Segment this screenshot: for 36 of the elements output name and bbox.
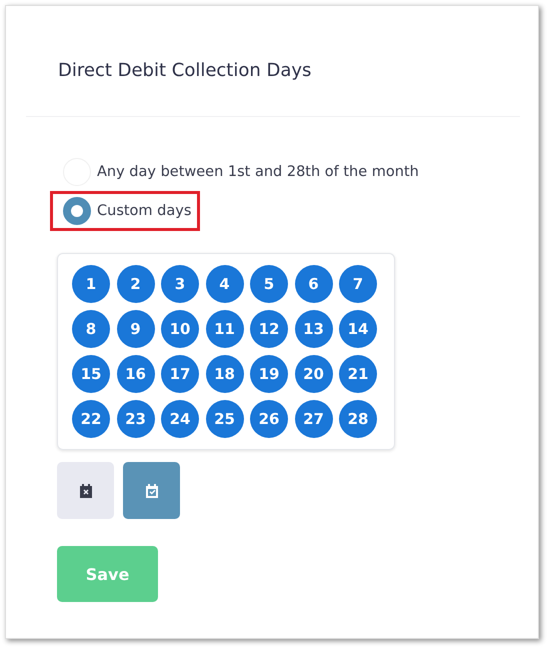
day-button[interactable]: 27	[294, 400, 332, 438]
day-button[interactable]: 13	[294, 310, 332, 348]
day-button[interactable]: 3	[161, 265, 199, 303]
day-button[interactable]: 26	[250, 400, 288, 438]
day-button[interactable]: 19	[250, 355, 288, 393]
day-button[interactable]: 23	[116, 400, 154, 438]
day-button[interactable]: 2	[116, 265, 154, 303]
day-button[interactable]: 22	[72, 400, 110, 438]
day-button[interactable]: 14	[339, 310, 377, 348]
day-button[interactable]: 18	[206, 355, 244, 393]
day-button[interactable]: 16	[116, 355, 154, 393]
clear-button[interactable]	[57, 462, 114, 519]
radio-option[interactable]: Any day between 1st and 28th of the month	[50, 155, 428, 189]
dialog-title: Direct Debit Collection Days	[57, 59, 312, 83]
day-button[interactable]: 4	[206, 265, 244, 303]
radio-option[interactable]: Custom days	[50, 191, 200, 231]
day-button[interactable]: 21	[339, 355, 377, 393]
day-button[interactable]: 8	[72, 310, 110, 348]
day-button[interactable]: 12	[250, 310, 288, 348]
calendar-x-icon	[78, 482, 94, 498]
day-button[interactable]: 7	[339, 265, 377, 303]
day-button[interactable]: 10	[161, 310, 199, 348]
day-button[interactable]: 28	[339, 400, 377, 438]
day-button[interactable]: 11	[206, 310, 244, 348]
day-button[interactable]: 17	[161, 355, 199, 393]
day-button[interactable]: 25	[206, 400, 244, 438]
day-button[interactable]: 6	[294, 265, 332, 303]
day-button[interactable]: 20	[294, 355, 332, 393]
calendar-check-icon	[144, 482, 160, 498]
day-button[interactable]: 9	[116, 310, 154, 348]
day-button[interactable]: 5	[250, 265, 288, 303]
day-button[interactable]: 15	[72, 355, 110, 393]
day-button[interactable]: 1	[72, 265, 110, 303]
radio-button[interactable]	[63, 197, 91, 225]
day-button[interactable]: 24	[161, 400, 199, 438]
select-all-button[interactable]	[123, 462, 180, 519]
